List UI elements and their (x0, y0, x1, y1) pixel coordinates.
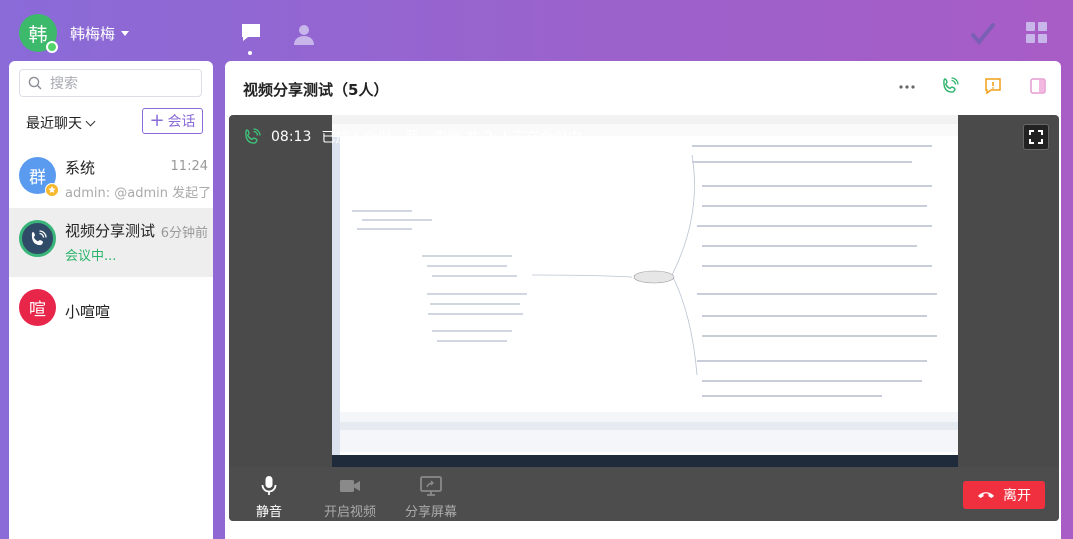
chat-main-panel: 视频分享测试（5人） 08:13 已加入会议，我，李娟 共 2 人正在会议中……… (225, 61, 1061, 539)
phone-call-icon (245, 128, 261, 144)
phone-call-icon (31, 229, 47, 245)
mute-button[interactable]: 静音 (256, 475, 282, 520)
chat-preview: admin: @admin 发起了… (65, 186, 210, 201)
new-chat-button[interactable]: + 会话 (142, 108, 203, 134)
chat-nav-icon[interactable] (239, 21, 263, 45)
call-avatar (19, 220, 56, 257)
chat-name: 系统 (65, 159, 96, 177)
fullscreen-button[interactable] (1023, 124, 1049, 150)
share-screen-label: 分享屏幕 (405, 505, 458, 520)
chat-item-system[interactable]: 群 系统 11:24 admin: @admin 发起了… (9, 145, 213, 214)
user-avatar[interactable]: 韩 (19, 14, 58, 53)
chat-item-video-share-test[interactable]: 视频分享测试 6分钟前 会议中... (9, 208, 213, 277)
start-video-button[interactable]: 开启视频 (324, 475, 376, 520)
chat-item-xiaoxuanxuan[interactable]: 喧 小喧喧 (9, 277, 213, 346)
user-avatar: 喧 (19, 289, 56, 326)
search-input[interactable]: 搜索 (19, 69, 202, 97)
leave-call-button[interactable]: 离开 (963, 481, 1045, 509)
start-video-label: 开启视频 (324, 505, 377, 520)
plus-icon: + (149, 110, 165, 131)
contacts-nav-icon[interactable] (292, 22, 316, 46)
star-badge-icon (45, 183, 59, 197)
user-menu[interactable]: 韩梅梅 (70, 23, 130, 44)
mute-label: 静音 (256, 505, 283, 520)
call-duration: 08:13 (271, 129, 312, 145)
new-chat-label: 会话 (167, 114, 196, 130)
chat-time: 6分钟前 (160, 226, 208, 241)
recent-chats-label: 最近聊天 (26, 116, 82, 132)
more-icon[interactable] (899, 84, 915, 90)
call-status-bar: 08:13 已加入会议，我，李娟 共 2 人正在会议中…… (243, 127, 610, 147)
call-status-text: 已加入会议，我，李娟 共 2 人正在会议中…… (321, 130, 610, 146)
group-avatar-char: 群 (29, 168, 46, 188)
chat-list-panel: 搜索 最近聊天 + 会话 群 系统 11:24 admin: @admin 发起… (9, 61, 213, 539)
chat-name: 视频分享测试 (65, 222, 156, 240)
search-placeholder: 搜索 (50, 76, 78, 92)
user-avatar-char: 韩 (28, 23, 48, 46)
chevron-down-icon (85, 116, 96, 126)
pin-icon[interactable] (970, 23, 996, 45)
microphone-icon (261, 476, 277, 495)
apps-grid-icon[interactable] (1026, 22, 1048, 44)
caret-down-icon (121, 31, 130, 36)
video-camera-icon (340, 480, 360, 492)
share-screen-button[interactable]: 分享屏幕 (405, 475, 457, 520)
call-controls: 静音 开启视频 分享屏幕 离开 (229, 467, 1059, 521)
avatar-char: 喧 (29, 300, 46, 320)
recent-chats-dropdown[interactable]: 最近聊天 (26, 113, 96, 133)
chat-time: 11:24 (170, 159, 208, 174)
chat-name: 小喧喧 (65, 303, 111, 321)
chat-preview: 会议中... (65, 249, 117, 264)
group-avatar: 群 (19, 157, 59, 197)
phone-call-icon[interactable] (941, 77, 959, 95)
hang-up-icon (978, 492, 994, 498)
online-status-dot (46, 41, 58, 53)
leave-label: 离开 (1003, 488, 1031, 504)
video-call-area: 08:13 已加入会议，我，李娟 共 2 人正在会议中…… 静音 开启视频 分享… (229, 115, 1059, 521)
shared-screen-preview (332, 115, 958, 467)
chat-title: 视频分享测试（5人） (243, 81, 389, 99)
fullscreen-icon (1029, 130, 1043, 144)
screen-share-icon (420, 476, 442, 496)
sidebar-toggle-icon[interactable] (1029, 77, 1047, 95)
search-icon (28, 76, 42, 90)
alert-message-icon[interactable] (984, 77, 1002, 95)
active-nav-indicator (248, 51, 252, 55)
user-name: 韩梅梅 (70, 25, 116, 43)
top-bar: 韩 韩梅梅 (0, 0, 1073, 62)
